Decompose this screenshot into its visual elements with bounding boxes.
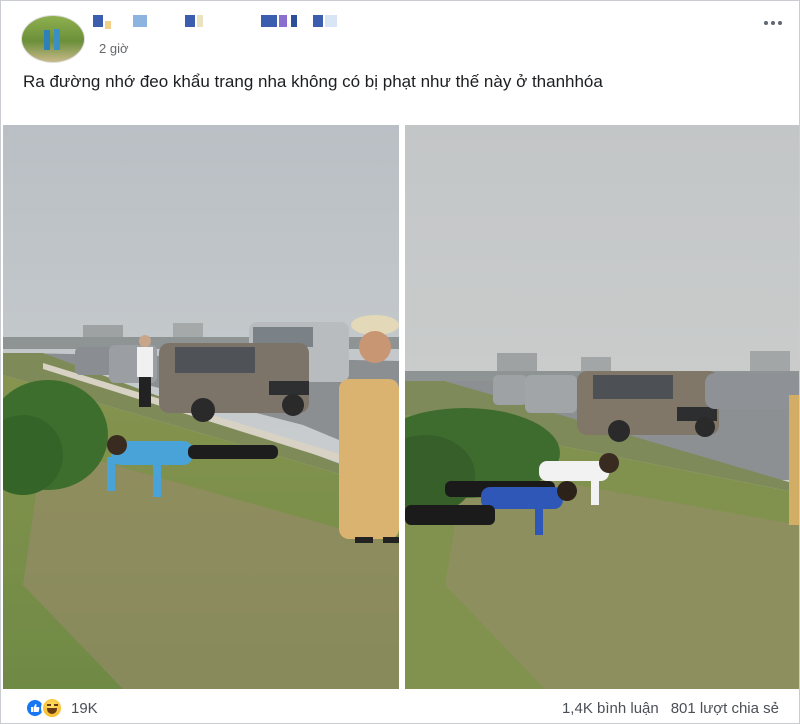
post-photo-right[interactable]: [405, 125, 799, 689]
reaction-count: 19K: [71, 699, 98, 717]
facebook-post: 2 giờ Ra đường nhớ đeo khẩu trang nha kh…: [0, 0, 800, 724]
author-avatar[interactable]: [21, 15, 85, 63]
reactions-summary[interactable]: 19K: [25, 697, 98, 719]
post-photo-left[interactable]: [3, 125, 399, 689]
more-options-icon[interactable]: [758, 13, 788, 33]
comments-count[interactable]: 1,4K bình luận: [562, 700, 659, 717]
post-footer: 19K 1,4K bình luận 801 lượt chia sẻ: [1, 691, 799, 723]
shares-count[interactable]: 801 lượt chia sẻ: [671, 700, 779, 717]
post-time[interactable]: 2 giờ: [99, 41, 129, 56]
post-caption: Ra đường nhớ đeo khẩu trang nha không có…: [23, 72, 603, 91]
post-stats: 1,4K bình luận 801 lượt chia sẻ: [562, 700, 779, 717]
haha-icon: [41, 697, 63, 719]
post-header: 2 giờ: [1, 1, 799, 65]
